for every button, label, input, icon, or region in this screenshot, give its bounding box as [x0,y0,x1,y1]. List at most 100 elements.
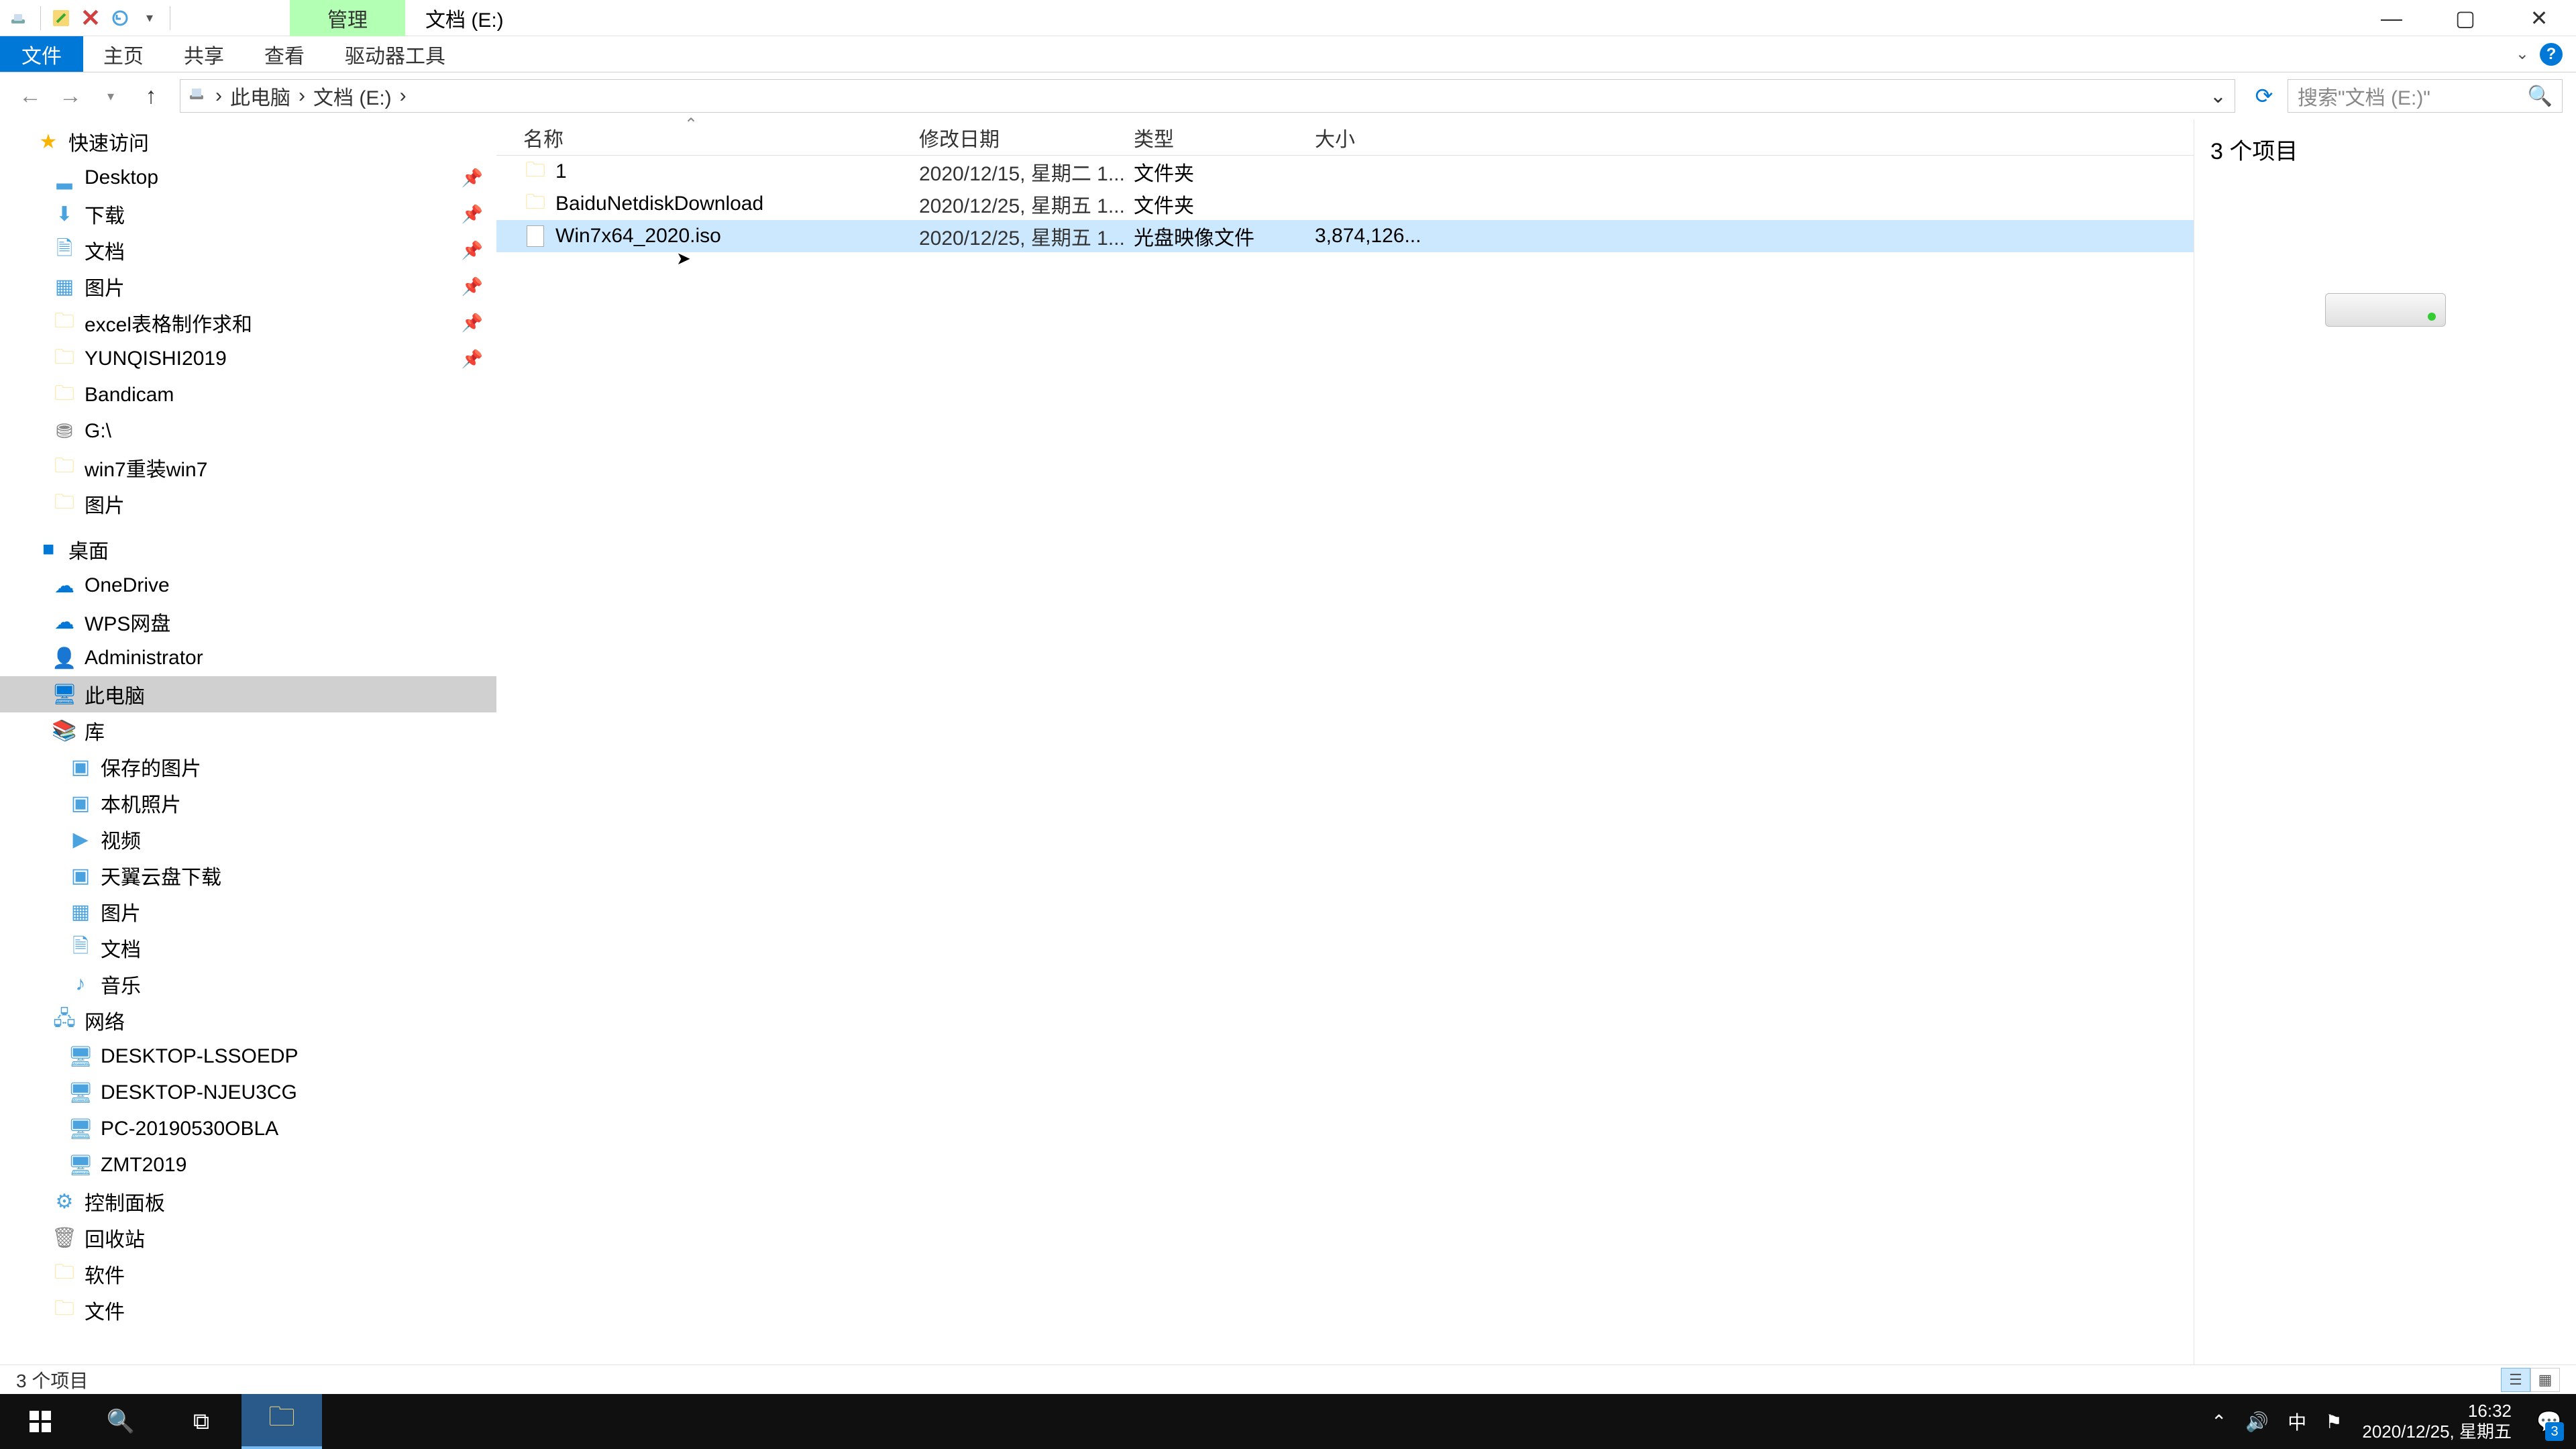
search-icon[interactable]: 🔍 [2528,85,2553,108]
qat-undo-icon[interactable] [107,5,133,32]
ime-indicator[interactable]: 中 [2278,1394,2316,1449]
volume-icon[interactable]: 🔊 [2236,1394,2278,1449]
nav-wps[interactable]: ☁WPS网盘 [0,604,496,640]
nav-recycle-bin[interactable]: 🗑回收站 [0,1220,496,1256]
view-details-button[interactable]: ☰ [2501,1368,2530,1392]
tab-file[interactable]: 文件 [0,36,83,72]
nav-label: Administrator [85,647,203,669]
nav-this-pc[interactable]: 🖥此电脑 [0,676,496,712]
folder-icon: 🗀 [52,1298,76,1322]
tab-home[interactable]: 主页 [83,36,164,72]
recycle-icon: 🗑 [52,1226,76,1250]
nav-label: 天翼云盘下载 [101,861,221,890]
breadcrumb-current[interactable]: 文档 (E:) [313,81,392,111]
breadcrumb[interactable]: › 此电脑 › 文档 (E:) › ⌄ [180,79,2235,113]
task-view-button[interactable]: ⧉ [161,1394,241,1449]
nav-folder[interactable]: 🗀 文件 [0,1292,496,1328]
nav-qa-item[interactable]: ▂Desktop📌 [0,160,496,196]
nav-onedrive[interactable]: ☁OneDrive [0,568,496,604]
pc-icon: 🖥 [52,682,76,706]
nav-lib-item[interactable]: ▦图片 [0,894,496,930]
column-header-size[interactable]: 大小 [1315,123,1422,152]
desktop-icon: ■ [36,537,60,561]
nav-qa-item[interactable]: 🗀Bandicam [0,377,496,413]
nav-network-pc[interactable]: 🖥ZMT2019 [0,1147,496,1183]
clock-date: 2020/12/25, 星期五 [2362,1421,2512,1442]
nav-qa-item[interactable]: ⬇下载📌 [0,196,496,232]
nav-lib-item[interactable]: ▣本机照片 [0,785,496,821]
column-header-date[interactable]: 修改日期 [919,123,1134,152]
file-name: 1 [555,160,919,183]
qat-delete-icon[interactable]: ✕ [77,5,104,32]
tab-drive-tools[interactable]: 驱动器工具 [325,36,466,72]
navigation-pane[interactable]: ★快速访问 ▂Desktop📌 ⬇下载📌 🗎文档📌 ▦图片📌 🗀excel表格制… [0,119,496,1364]
downloads-icon: ⬇ [52,202,76,226]
nav-label: 图片 [101,897,141,926]
nav-qa-item[interactable]: 🗎文档📌 [0,232,496,268]
qat-separator [40,6,41,30]
nav-lib-item[interactable]: ♪音乐 [0,966,496,1002]
folder-icon: 🗀 [523,160,547,184]
nav-qa-item[interactable]: 🗀excel表格制作求和📌 [0,305,496,341]
maximize-button[interactable]: ▢ [2428,0,2502,36]
column-header-type[interactable]: 类型 [1134,123,1315,152]
minimize-button[interactable]: — [2355,0,2428,36]
action-center-button[interactable]: 💬 3 [2522,1394,2576,1449]
nav-lib-item[interactable]: ▣天翼云盘下载 [0,857,496,894]
nav-qa-item[interactable]: 🗀图片 [0,486,496,522]
nav-libraries[interactable]: 📚库 [0,712,496,749]
nav-lib-item[interactable]: ▶视频 [0,821,496,857]
nav-label: 库 [85,716,105,745]
tray-overflow-icon[interactable]: ⌃ [2202,1394,2236,1449]
nav-lib-item[interactable]: ▣保存的图片 [0,749,496,785]
qat-properties-icon[interactable] [48,5,74,32]
nav-qa-item[interactable]: ⛃G:\ [0,413,496,449]
nav-network-pc[interactable]: 🖥PC-20190530OBLA [0,1111,496,1147]
nav-desktop[interactable]: ■ 桌面 [0,531,496,568]
recent-locations-dropdown[interactable]: ▾ [94,79,127,113]
security-icon[interactable]: ⚑ [2316,1394,2351,1449]
explorer-taskbar-button[interactable]: 🗀 [241,1394,322,1449]
ribbon-right: ⌄ ? [2516,36,2576,72]
nav-label: 网络 [85,1006,125,1035]
video-icon: ▶ [68,827,93,851]
view-icons-button[interactable]: ▦ [2530,1368,2560,1392]
qat-dropdown-icon[interactable]: ▾ [136,5,163,32]
breadcrumb-root[interactable]: 此电脑 [230,81,290,111]
tab-view[interactable]: 查看 [244,36,325,72]
search-button[interactable]: 🔍 [80,1394,161,1449]
up-button[interactable]: ↑ [134,79,168,113]
nav-network[interactable]: 🖧网络 [0,1002,496,1038]
nav-network-pc[interactable]: 🖥DESKTOP-LSSOEDP [0,1038,496,1075]
nav-admin[interactable]: 👤Administrator [0,640,496,676]
file-row[interactable]: Win7x64_2020.iso 2020/12/25, 星期五 1... 光盘… [496,220,2194,252]
file-list[interactable]: 🗀 1 2020/12/15, 星期二 1... 文件夹 🗀 BaiduNetd… [496,156,2194,1364]
nav-control-panel[interactable]: ⚙控制面板 [0,1183,496,1220]
nav-qa-item[interactable]: 🗀YUNQISHI2019📌 [0,341,496,377]
refresh-button[interactable]: ⟳ [2247,79,2281,113]
back-button[interactable]: ← [13,79,47,113]
ribbon-expand-icon[interactable]: ⌄ [2516,44,2529,64]
breadcrumb-dropdown-icon[interactable]: ⌄ [2210,85,2226,108]
forward-button[interactable]: → [54,79,87,113]
nav-label: 桌面 [68,535,109,564]
help-icon[interactable]: ? [2540,43,2563,66]
file-row[interactable]: 🗀 BaiduNetdiskDownload 2020/12/25, 星期五 1… [496,188,2194,220]
notification-badge: 3 [2545,1422,2564,1441]
taskbar-clock[interactable]: 16:32 2020/12/25, 星期五 [2351,1401,2522,1442]
search-input[interactable]: 搜索"文档 (E:)" 🔍 [2288,79,2563,113]
qat-app-icon[interactable] [7,5,34,32]
nav-qa-item[interactable]: ▦图片📌 [0,268,496,305]
nav-qa-item[interactable]: 🗀win7重装win7 [0,449,496,486]
file-row[interactable]: 🗀 1 2020/12/15, 星期二 1... 文件夹 [496,156,2194,188]
taskbar: 🔍 ⧉ 🗀 ⌃ 🔊 中 ⚑ 16:32 2020/12/25, 星期五 💬 3 [0,1394,2576,1449]
nav-lib-item[interactable]: 🗎文档 [0,930,496,966]
nav-network-pc[interactable]: 🖥DESKTOP-NJEU3CG [0,1075,496,1111]
nav-folder[interactable]: 🗀软件 [0,1256,496,1292]
start-button[interactable] [0,1394,80,1449]
close-button[interactable]: ✕ [2502,0,2576,36]
nav-quick-access[interactable]: ★快速访问 [0,123,496,160]
column-header-name[interactable]: 名称⌃ [523,123,919,152]
nav-label: 文件 [85,1295,125,1325]
tab-share[interactable]: 共享 [164,36,244,72]
